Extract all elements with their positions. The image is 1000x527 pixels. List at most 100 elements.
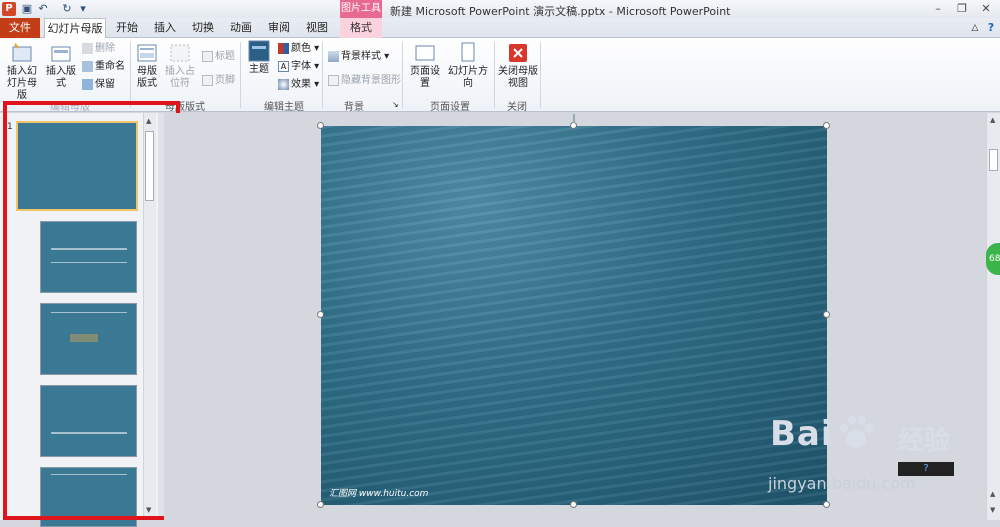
fonts-button[interactable]: A 字体 ▾ [278,60,319,74]
next-slide-icon[interactable]: ▼ [990,506,995,514]
baidu-watermark-text: Bai [770,414,834,454]
powerpoint-app-icon[interactable]: P [2,2,16,16]
background-group-label: 背景 [344,102,364,113]
separator [540,42,541,108]
separator [322,42,323,108]
baidu-paw-icon [840,415,873,448]
colors-icon [278,42,289,54]
insert-slide-master-button[interactable]: 插入幻灯片母版 [4,42,40,102]
close-master-icon [509,44,527,62]
resize-handle[interactable] [570,501,577,508]
resize-handle[interactable] [570,122,577,129]
tab-slide-master[interactable]: 幻灯片母版 [44,18,106,39]
resize-handle[interactable] [317,501,324,508]
tab-review[interactable]: 审阅 [262,18,296,38]
restore-icon[interactable]: ❐ [950,0,974,18]
save-icon[interactable]: ▣ [20,2,34,16]
separator [402,42,403,108]
resize-handle[interactable] [823,501,830,508]
page-setup-button[interactable]: 页面设置 [406,42,444,90]
edit-theme-group-label: 编辑主题 [264,102,304,113]
tab-file[interactable]: 文件 [0,18,40,38]
page-setup-label: 页面设置 [410,66,440,89]
minimize-icon[interactable]: – [926,0,950,18]
red-highlight-box [3,101,180,520]
footer-checkbox[interactable]: 页脚 [202,74,235,88]
background-dialog-launcher-icon[interactable]: ↘ [392,98,399,112]
tab-transitions[interactable]: 切换 [186,18,220,38]
close-group-label: 关闭 [507,102,527,113]
insert-placeholder-icon [170,44,190,62]
baidu-url-text: jingyan.baidu.com [768,474,916,493]
image-watermark: 汇图网 www.huitu.com [329,489,429,499]
ribbon-tab-bar: 文件 幻灯片母版 开始 插入 切换 动画 审阅 视图 格式 △ ? [0,18,1000,39]
baidu-jingyan-text: 经验 [898,426,951,456]
footer-checkbox-icon [202,74,213,86]
collapse-ribbon-icon[interactable]: △ [968,18,982,38]
theme-icon [248,40,270,62]
insert-slide-master-label: 插入幻灯片母版 [7,66,37,101]
slide-scrollbar[interactable]: ▲ ▲ ▼ [986,113,1000,520]
preserve-icon [82,78,93,90]
footer-checkbox-label: 页脚 [215,75,235,86]
redo-icon[interactable]: ↻ [60,2,74,16]
master-layout-icon [137,44,157,62]
preserve-label: 保留 [95,79,115,90]
customize-qat-icon[interactable]: ▾ [76,2,90,16]
theme-button[interactable]: 主题 [246,40,272,76]
rename-icon [82,60,93,72]
rename-button[interactable]: 重命名 [82,60,125,74]
scroll-up-icon[interactable]: ▲ [990,116,995,124]
slide-orientation-icon [461,42,475,62]
delete-button[interactable]: 删除 [82,42,115,56]
title-bar: P ▣ ↶ ↻ ▾ 图片工具 新建 Microsoft PowerPoint 演… [0,0,1000,18]
resize-handle[interactable] [317,311,324,318]
floating-badge[interactable]: 68 [986,243,1000,275]
window-title: 新建 Microsoft PowerPoint 演示文稿.pptx - Micr… [390,5,731,18]
resize-handle[interactable] [317,122,324,129]
page-setup-icon [415,45,435,61]
insert-placeholder-label: 插入占位符 [165,66,195,89]
colors-button[interactable]: 颜色 ▾ [278,42,319,56]
fonts-label: 字体 [291,61,311,72]
separator [240,42,241,108]
separator [494,42,495,108]
background-styles-button[interactable]: 背景样式 ▾ [328,50,389,64]
resize-handle[interactable] [823,311,830,318]
insert-layout-button[interactable]: 插入版式 [42,42,80,90]
previous-slide-icon[interactable]: ▲ [990,490,995,498]
effects-label: 效果 [291,79,311,90]
effects-button[interactable]: 效果 ▾ [278,78,319,92]
scroll-thumb[interactable] [989,149,998,171]
insert-layout-label: 插入版式 [46,66,76,89]
title-checkbox-icon [202,50,213,62]
tab-home[interactable]: 开始 [110,18,144,38]
resize-handle[interactable] [823,122,830,129]
rename-label: 重命名 [95,61,125,72]
theme-label: 主题 [249,64,269,75]
tab-view[interactable]: 视图 [300,18,334,38]
help-icon[interactable]: ? [984,18,998,38]
delete-label: 删除 [95,43,115,54]
master-layout-label: 母版版式 [137,66,157,89]
undo-icon[interactable]: ↶ [36,2,50,16]
background-styles-label: 背景样式 [341,51,381,62]
title-checkbox[interactable]: 标题 [202,50,235,64]
tab-format[interactable]: 格式 [340,18,382,38]
hide-background-label: 隐藏背景图形 [341,75,401,86]
rotate-handle[interactable] [573,114,575,123]
hide-background-checkbox[interactable]: 隐藏背景图形 [328,74,401,88]
fonts-icon: A [278,60,289,72]
slide-master-ocean-image[interactable]: 汇图网 www.huitu.com [321,126,827,505]
slide-orientation-label: 幻灯片方向 [448,66,488,89]
hide-background-checkbox-icon [328,74,339,86]
close-window-icon[interactable]: ✕ [974,0,998,18]
insert-layout-icon [51,46,71,62]
tab-animations[interactable]: 动画 [224,18,258,38]
preserve-button[interactable]: 保留 [82,78,115,92]
tab-insert[interactable]: 插入 [148,18,182,38]
insert-placeholder-button[interactable]: 插入占位符 [164,42,196,90]
close-master-view-button[interactable]: 关闭母版视图 [498,42,538,90]
slide-orientation-button[interactable]: 幻灯片方向 [446,42,490,90]
master-layout-button[interactable]: 母版版式 [134,42,160,90]
